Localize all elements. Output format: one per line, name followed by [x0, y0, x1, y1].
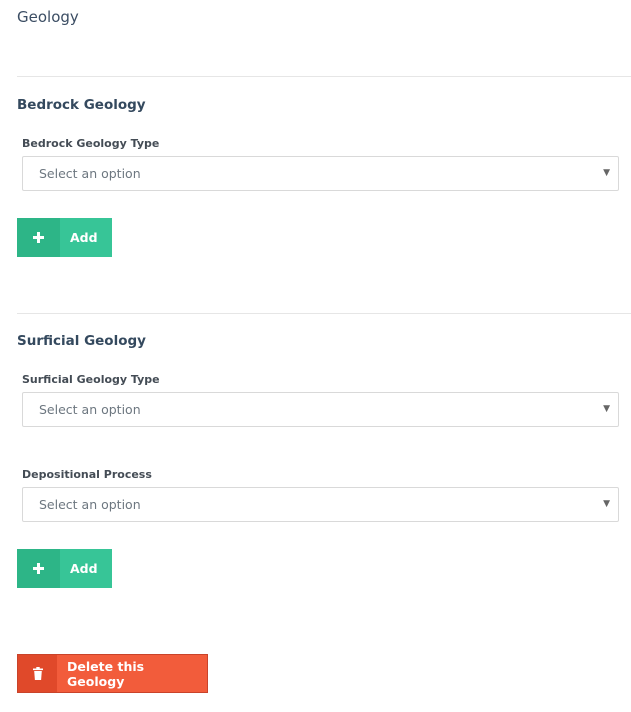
add-button-label: Add: [70, 230, 98, 245]
depositional-process-select[interactable]: Select an option ▼: [22, 487, 619, 522]
divider: [17, 313, 631, 314]
plus-icon: [17, 218, 60, 257]
depositional-process-label: Depositional Process: [22, 468, 152, 481]
select-placeholder: Select an option: [39, 497, 141, 512]
bedrock-type-label: Bedrock Geology Type: [22, 137, 160, 150]
caret-down-icon: ▼: [603, 499, 610, 509]
plus-icon: [17, 549, 60, 588]
delete-button-label: Delete this Geology: [67, 658, 145, 689]
add-button-label: Add: [70, 561, 98, 576]
caret-down-icon: ▼: [603, 168, 610, 178]
section-title-bedrock: Bedrock Geology: [17, 97, 146, 113]
bedrock-type-select[interactable]: Select an option ▼: [22, 156, 619, 191]
delete-geology-button[interactable]: Delete this Geology: [17, 654, 208, 693]
page-title: Geology: [17, 8, 79, 26]
section-title-surficial: Surficial Geology: [17, 333, 146, 349]
caret-down-icon: ▼: [603, 404, 610, 414]
surficial-add-button[interactable]: Add: [17, 549, 112, 588]
surficial-type-select[interactable]: Select an option ▼: [22, 392, 619, 427]
select-placeholder: Select an option: [39, 166, 141, 181]
divider: [17, 76, 631, 77]
select-placeholder: Select an option: [39, 402, 141, 417]
bedrock-add-button[interactable]: Add: [17, 218, 112, 257]
surficial-type-label: Surficial Geology Type: [22, 373, 160, 386]
trash-icon: [18, 655, 58, 692]
